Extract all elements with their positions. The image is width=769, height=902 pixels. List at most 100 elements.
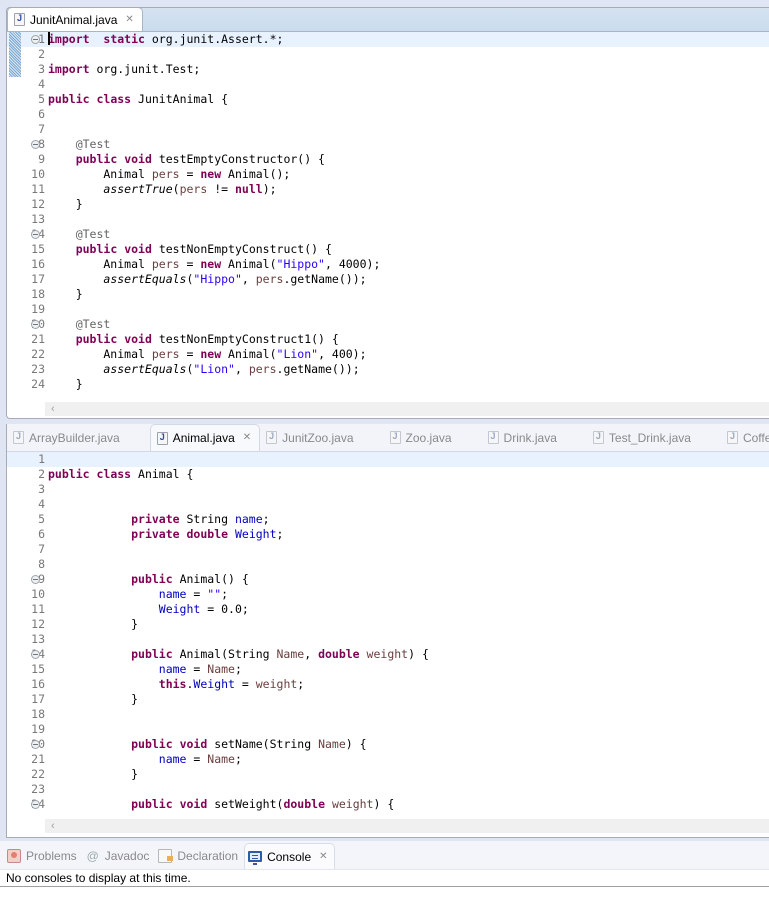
code-token: "Lion" <box>193 362 235 376</box>
code-line[interactable]: 13 <box>7 212 769 227</box>
tab-animal-java[interactable]: Animal.java ✕ <box>149 424 261 451</box>
code-line[interactable]: 5 private String name; <box>7 512 769 527</box>
code-line[interactable]: 22 } <box>7 767 769 782</box>
code-token: ; <box>234 662 242 676</box>
code-token: new <box>200 347 222 361</box>
scroll-left-icon[interactable]: ‹ <box>51 819 55 833</box>
code-line[interactable]: 21 public void testNonEmptyConstruct1() … <box>7 332 769 347</box>
tab-drink-java[interactable]: Drink.java <box>482 424 565 451</box>
tab-label: Test_Drink.java <box>608 430 691 445</box>
fold-collapse-icon[interactable] <box>31 140 40 149</box>
code-line[interactable]: 17 assertEquals("Hippo", pers.getName())… <box>7 272 769 287</box>
code-line[interactable]: 1 import static org.junit.Assert.*; <box>7 32 769 47</box>
code-line[interactable]: 13 <box>7 632 769 647</box>
code-line[interactable]: 9 public void testEmptyConstructor() { <box>7 152 769 167</box>
fold-collapse-icon[interactable] <box>31 320 40 329</box>
code-line[interactable]: 3 import org.junit.Test; <box>7 62 769 77</box>
code-line[interactable]: 20 @Test <box>7 317 769 332</box>
code-line[interactable]: 15 name = Name; <box>7 662 769 677</box>
line-number: 4 <box>38 77 45 91</box>
line-number: 6 <box>38 107 45 121</box>
tab-junitanimal-java[interactable]: JunitAnimal.java ✕ <box>7 8 143 31</box>
code-line[interactable]: 4 <box>7 497 769 512</box>
code-text: public void testNonEmptyConstruct1() { <box>47 332 769 347</box>
close-icon[interactable]: ✕ <box>319 851 327 862</box>
code-line[interactable]: 19 <box>7 722 769 737</box>
tab-declaration[interactable]: Declaration <box>155 843 244 869</box>
tab-zoo-java[interactable]: Zoo.java <box>384 424 460 451</box>
code-line[interactable]: 2 public class Animal { <box>7 467 769 482</box>
code-line[interactable]: 11 assertTrue(pers != null); <box>7 182 769 197</box>
code-token: void <box>179 797 208 811</box>
fold-collapse-icon[interactable] <box>31 740 40 749</box>
line-number: 5 <box>38 512 45 526</box>
fold-collapse-icon[interactable] <box>31 35 40 44</box>
code-line[interactable]: 14 @Test <box>7 227 769 242</box>
code-token: public <box>75 332 118 346</box>
code-line[interactable]: 5 public class JunitAnimal { <box>7 92 769 107</box>
tab-test-drink-java[interactable]: Test_Drink.java <box>587 424 699 451</box>
code-line[interactable]: 24 public void setWeight(double weight) … <box>7 797 769 812</box>
code-line[interactable]: 1 <box>7 452 769 467</box>
code-line[interactable]: 17 } <box>7 692 769 707</box>
code-token: name <box>158 587 187 601</box>
tab-javadoc[interactable]: @ Javadoc <box>83 843 156 869</box>
tab-junitzoo-java[interactable]: JunitZoo.java <box>260 424 361 451</box>
code-line[interactable]: 23 <box>7 782 769 797</box>
code-line[interactable]: 7 <box>7 542 769 557</box>
code-line[interactable]: 21 name = Name; <box>7 752 769 767</box>
tab-problems[interactable]: Problems <box>4 843 83 869</box>
code-line[interactable]: 2 <box>7 47 769 62</box>
code-line[interactable]: 7 <box>7 122 769 137</box>
tab-coffeesh[interactable]: CoffeeSh <box>721 424 769 451</box>
code-line[interactable]: 24 } <box>7 377 769 392</box>
code-line[interactable]: 14 public Animal(String Name, double wei… <box>7 647 769 662</box>
code-line[interactable]: 6 <box>7 107 769 122</box>
tab-console[interactable]: Console ✕ <box>244 843 335 869</box>
code-line[interactable]: 11 Weight = 0.0; <box>7 602 769 617</box>
line-number: 5 <box>38 92 45 106</box>
code-line[interactable]: 8 @Test <box>7 137 769 152</box>
code-line[interactable]: 22 Animal pers = new Animal("Lion", 400)… <box>7 347 769 362</box>
line-number: 17 <box>31 692 45 706</box>
code-line[interactable]: 6 private double Weight; <box>7 527 769 542</box>
horizontal-scrollbar[interactable]: ‹ <box>45 819 769 833</box>
code-line[interactable]: 15 public void testNonEmptyConstruct() { <box>7 242 769 257</box>
code-line[interactable]: 12 } <box>7 617 769 632</box>
code-token: } <box>48 287 83 301</box>
code-area[interactable]: 1 import static org.junit.Assert.*; 2 3 impo… <box>7 32 769 392</box>
code-token: public <box>48 467 90 481</box>
code-line[interactable]: 16 this.Weight = weight; <box>7 677 769 692</box>
fold-collapse-icon[interactable] <box>31 650 40 659</box>
line-number: 24 <box>31 377 45 391</box>
code-line[interactable]: 3 <box>7 482 769 497</box>
close-icon[interactable]: ✕ <box>125 14 133 25</box>
scroll-left-icon[interactable]: ‹ <box>51 402 55 416</box>
fold-collapse-icon[interactable] <box>31 230 40 239</box>
line-number: 23 <box>31 362 45 376</box>
code-line[interactable]: 10 name = ""; <box>7 587 769 602</box>
code-token: class <box>96 467 132 481</box>
code-line[interactable]: 18 } <box>7 287 769 302</box>
code-token: , <box>241 272 256 286</box>
code-line[interactable]: 8 <box>7 557 769 572</box>
code-line[interactable]: 10 Animal pers = new Animal(); <box>7 167 769 182</box>
tab-arraybuilder-java[interactable]: ArrayBuilder.java <box>7 424 128 451</box>
code-line[interactable]: 16 Animal pers = new Animal("Hippo", 400… <box>7 257 769 272</box>
code-line[interactable]: 18 <box>7 707 769 722</box>
code-token: void <box>124 332 152 346</box>
code-line[interactable]: 12 } <box>7 197 769 212</box>
code-line[interactable]: 23 assertEquals("Lion", pers.getName()); <box>7 362 769 377</box>
code-text: public void testEmptyConstructor() { <box>47 152 769 167</box>
fold-collapse-icon[interactable] <box>31 575 40 584</box>
code-line[interactable]: 19 <box>7 302 769 317</box>
horizontal-scrollbar[interactable]: ‹ <box>45 402 769 416</box>
code-line[interactable]: 20 public void setName(String Name) { <box>7 737 769 752</box>
fold-collapse-icon[interactable] <box>31 800 40 809</box>
code-area[interactable]: 1 2 public class Animal {3 4 5 private Strin… <box>7 452 769 812</box>
code-line[interactable]: 4 <box>7 77 769 92</box>
code-line[interactable]: 9 public Animal() { <box>7 572 769 587</box>
close-icon[interactable]: ✕ <box>243 433 251 443</box>
